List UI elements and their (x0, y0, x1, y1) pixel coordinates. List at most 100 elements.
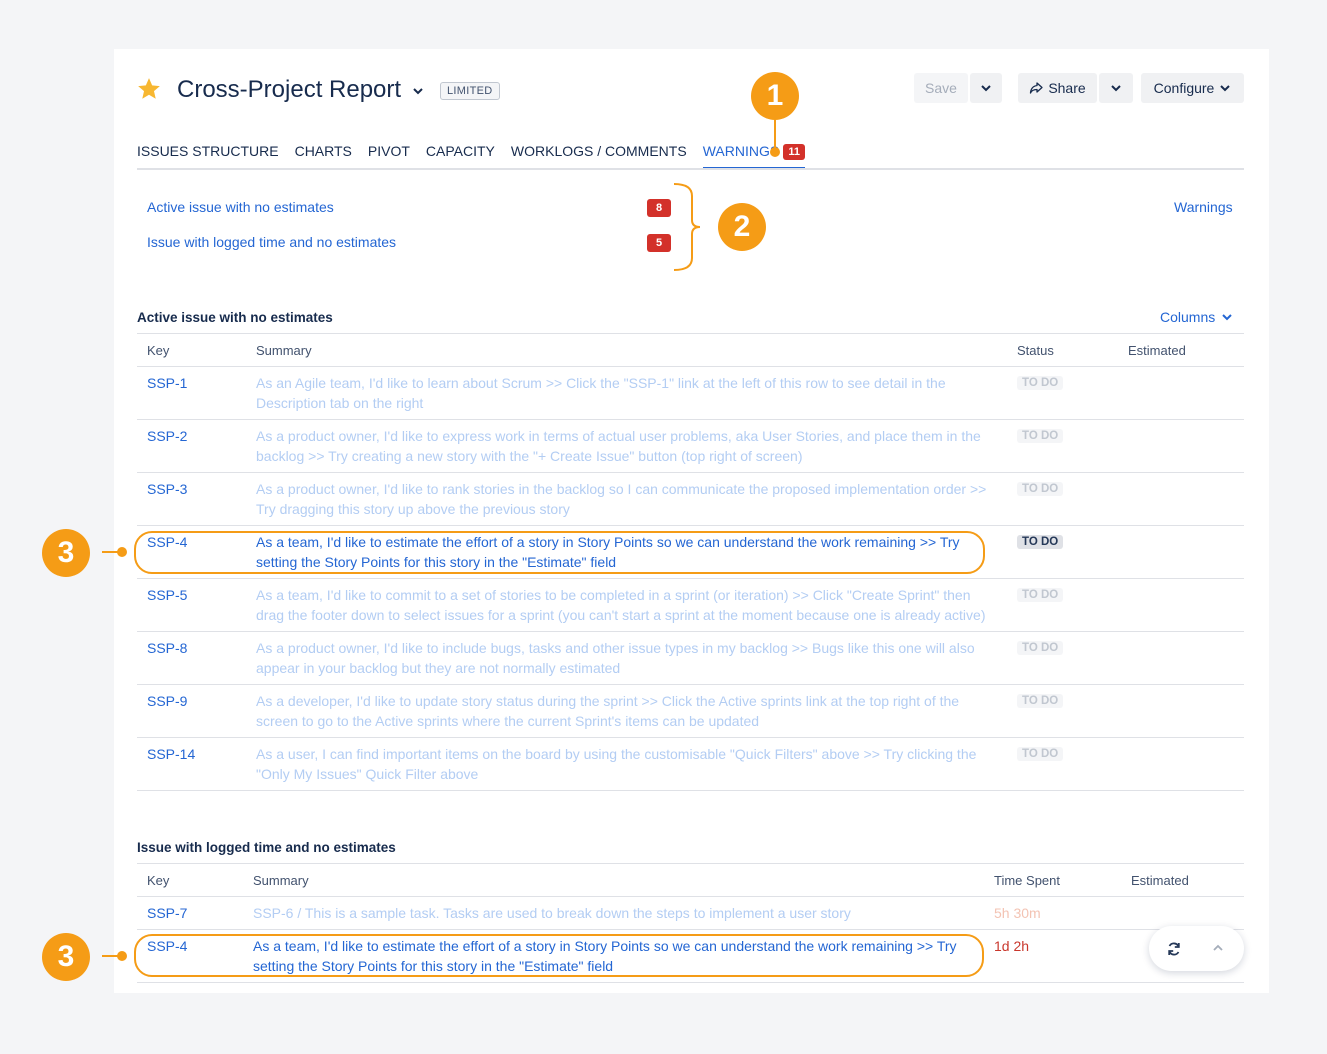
column-header-estimated[interactable]: Estimated (1128, 343, 1186, 358)
share-options-button[interactable] (1099, 73, 1133, 103)
column-header-summary[interactable]: Summary (253, 873, 309, 888)
save-options-button[interactable] (970, 73, 1002, 103)
floating-controls (1149, 926, 1244, 971)
issue-summary[interactable]: As a product owner, I'd like to include … (256, 638, 996, 678)
issue-key-link[interactable]: SSP-4 (147, 938, 187, 954)
status-lozenge: TO DO (1017, 588, 1064, 602)
summary-line: As a team, I'd like to estimate the effo… (256, 534, 960, 550)
status-lozenge: TO DO (1017, 376, 1064, 390)
table-bottom-border (137, 790, 1244, 791)
callout-1-dot (770, 147, 780, 157)
row-divider (137, 684, 1244, 685)
issue-summary[interactable]: As a product owner, I'd like to express … (256, 426, 996, 466)
issue-key-link[interactable]: SSP-9 (147, 693, 187, 709)
summary-line: As a user, I can find important items on… (256, 746, 977, 762)
chevron-up-icon[interactable] (1211, 941, 1225, 955)
status-lozenge: TO DO (1017, 482, 1064, 496)
table-header-border (137, 366, 1244, 367)
tabs-divider (137, 168, 1244, 170)
summary-line: As a team, I'd like to commit to a set o… (256, 587, 971, 603)
chevron-down-icon (1111, 85, 1121, 92)
issue-summary[interactable]: As a team, I'd like to estimate the effo… (253, 936, 993, 976)
status-lozenge: TO DO (1017, 535, 1064, 549)
refresh-icon[interactable] (1165, 940, 1183, 958)
table-top-border (137, 333, 1244, 334)
issue-summary[interactable]: As a user, I can find important items on… (256, 744, 996, 784)
star-icon[interactable] (136, 76, 162, 102)
callout-3: 3 (42, 529, 90, 577)
table-top-border (137, 863, 1244, 864)
column-header-estimated[interactable]: Estimated (1131, 873, 1189, 888)
configure-label: Configure (1153, 80, 1215, 96)
issue-summary[interactable]: As a team, I'd like to estimate the effo… (256, 532, 996, 572)
warning-link-logged-no-estimates[interactable]: Issue with logged time and no estimates (147, 234, 396, 250)
issue-key-link[interactable]: SSP-8 (147, 640, 187, 656)
summary-line: setting the Story Points for this story … (256, 554, 617, 570)
summary-line: As a product owner, I'd like to express … (256, 428, 981, 444)
section-title-logged-no-estimates: Issue with logged time and no estimates (137, 840, 396, 855)
issue-key-link[interactable]: SSP-2 (147, 428, 187, 444)
row-divider (137, 631, 1244, 632)
configure-button[interactable]: Configure (1141, 73, 1244, 103)
summary-line: As a product owner, I'd like to rank sto… (256, 481, 987, 497)
tab-issues-structure[interactable]: ISSUES STRUCTURE (137, 143, 279, 170)
column-header-key[interactable]: Key (147, 873, 169, 888)
issue-key-link[interactable]: SSP-7 (147, 905, 187, 921)
issue-key-link[interactable]: SSP-3 (147, 481, 187, 497)
row-divider (137, 578, 1244, 579)
page-title: Cross-Project Report (177, 76, 402, 103)
limited-badge: LIMITED (440, 82, 500, 100)
column-header-status[interactable]: Status (1017, 343, 1054, 358)
section-title-no-estimates: Active issue with no estimates (137, 310, 333, 325)
warning-count-logged-no-estimates: 5 (647, 234, 671, 252)
chevron-down-icon (1220, 85, 1231, 92)
issue-key-link[interactable]: SSP-5 (147, 587, 187, 603)
summary-line: drag the footer down to select issues fo… (256, 607, 986, 623)
chevron-down-icon[interactable] (411, 84, 425, 98)
time-spent-value: 1d 2h (994, 938, 1030, 954)
callout-3: 3 (42, 933, 90, 981)
summary-line: As a team, I'd like to estimate the effo… (253, 938, 957, 954)
issue-key-link[interactable]: SSP-14 (147, 746, 195, 762)
callout-2-bracket (673, 183, 701, 271)
tab-warnings-label: WARNINGS (702, 143, 780, 159)
tab-charts[interactable]: CHARTS (295, 143, 352, 170)
status-lozenge: TO DO (1017, 694, 1064, 708)
tab-warnings[interactable]: WARNINGS 11 (702, 143, 806, 170)
warning-link-no-estimates[interactable]: Active issue with no estimates (147, 199, 334, 215)
columns-button[interactable]: Columns (1160, 309, 1233, 325)
issue-summary[interactable]: As a team, I'd like to commit to a set o… (256, 585, 1001, 625)
callout-1: 1 (751, 72, 799, 120)
summary-line: As a developer, I'd like to update story… (256, 693, 960, 709)
row-divider (137, 929, 1244, 930)
summary-line: Try dragging this story up above the pre… (256, 501, 570, 517)
time-spent-value: 5h 30m (994, 905, 1041, 921)
row-divider (137, 982, 1244, 983)
tab-worklogs-comments[interactable]: WORKLOGS / COMMENTS (511, 143, 687, 170)
column-header-time-spent[interactable]: Time Spent (994, 873, 1060, 888)
summary-line: appear in your backlog but they are not … (256, 660, 621, 676)
warning-count-no-estimates: 8 (647, 199, 671, 217)
share-label: Share (1048, 80, 1086, 96)
table-header-border (137, 896, 1244, 897)
summary-line: "Only My Issues" Quick Filter above (256, 766, 479, 782)
warnings-link[interactable]: Warnings (1174, 199, 1233, 215)
issue-key-link[interactable]: SSP-1 (147, 375, 187, 391)
summary-line: backlog >> Try creating a new story with… (256, 448, 803, 464)
tab-pivot[interactable]: PIVOT (368, 143, 410, 170)
warnings-count-badge: 11 (783, 144, 806, 160)
column-header-key[interactable]: Key (147, 343, 169, 358)
issue-summary[interactable]: As a developer, I'd like to update story… (256, 691, 996, 731)
status-lozenge: TO DO (1017, 429, 1064, 443)
issue-summary[interactable]: As an Agile team, I'd like to learn abou… (256, 373, 996, 413)
row-divider (137, 525, 1244, 526)
share-button[interactable]: Share (1018, 73, 1097, 103)
save-button[interactable]: Save (914, 73, 968, 103)
column-header-summary[interactable]: Summary (256, 343, 312, 358)
issue-summary[interactable]: SSP-6 / This is a sample task. Tasks are… (253, 903, 983, 923)
tab-capacity[interactable]: CAPACITY (426, 143, 495, 170)
columns-label: Columns (1160, 309, 1216, 325)
summary-line: screen to go to the Active sprints where… (256, 713, 760, 729)
issue-summary[interactable]: As a product owner, I'd like to rank sto… (256, 479, 1001, 519)
issue-key-link[interactable]: SSP-4 (147, 534, 187, 550)
